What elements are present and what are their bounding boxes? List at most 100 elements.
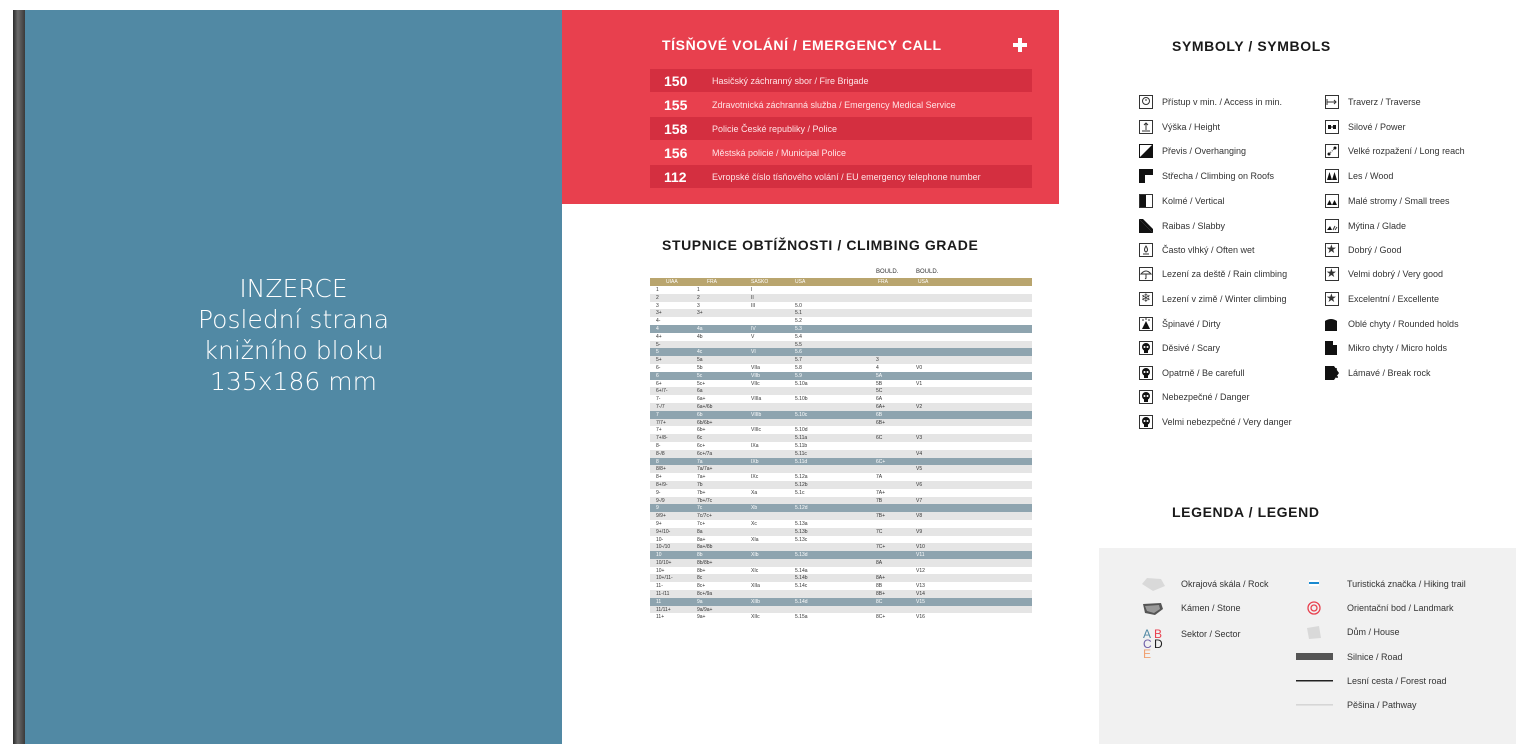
- grade-cell: 10+/11-: [656, 575, 673, 582]
- emergency-number: 156: [664, 144, 688, 161]
- grade-cell: 5.11d: [795, 458, 808, 465]
- grade-cell: 7-: [656, 396, 661, 403]
- grade-row: 8+ 7a+ IXc 5.12a 7A: [650, 473, 1032, 481]
- grade-row: 8/8+ 7a/7a+ V5: [650, 465, 1032, 474]
- symbol-item: Raibas / Slabby: [1139, 218, 1225, 234]
- grade-cell: 4c: [697, 349, 703, 356]
- symbol-label: Les / Wood: [1348, 171, 1394, 181]
- umbrella-icon: [1139, 267, 1153, 281]
- legend-label: Sektor / Sector: [1181, 629, 1241, 639]
- grade-cell: 8c+/9a: [697, 591, 713, 598]
- grade-cell: 5.11b: [795, 442, 808, 449]
- rock-shape-icon: [1142, 578, 1165, 591]
- sector-letters-icon: A B C D E: [1143, 627, 1167, 669]
- overhanging-icon: [1139, 144, 1153, 158]
- grade-cell: 8-: [656, 442, 661, 449]
- grade-cell: 5b: [697, 364, 703, 371]
- grade-row: 5+ 5a 5.7 3: [650, 356, 1032, 364]
- grade-cell: 3+: [656, 310, 662, 317]
- grade-cell: 2: [656, 294, 659, 301]
- grade-cell: 5.13c: [795, 536, 808, 543]
- grade-cell: 10/10+: [656, 559, 672, 566]
- grade-cell: V4: [916, 450, 923, 457]
- grade-cell: 6a+: [697, 396, 706, 403]
- grade-cell: 6b/6b+: [697, 419, 713, 426]
- grade-cell: 3+: [697, 310, 703, 317]
- symbol-label: Výška / Height: [1162, 122, 1221, 132]
- micro-holds-icon: [1325, 341, 1339, 355]
- grade-cell: VIIb: [751, 372, 760, 379]
- grade-cell: 5A: [876, 372, 883, 379]
- grade-cell: 5C: [876, 388, 883, 395]
- symbol-item: ★ Dobrý / Good: [1325, 242, 1402, 258]
- symbol-label: Traverz / Traverse: [1348, 97, 1421, 107]
- grade-table-header: UIAA FRA SASKO USA FRA USA: [650, 278, 1032, 286]
- grade-cell: 8C+: [876, 614, 886, 621]
- grade-cell: Xa: [751, 489, 758, 496]
- grade-cell: V6: [916, 481, 923, 488]
- symbol-item: ❄ Lezení v zimě / Winter climbing: [1139, 291, 1287, 307]
- grade-title: STUPNICE OBTÍŽNOSTI / CLIMBING GRADE: [662, 237, 979, 253]
- symbol-item: Mýtina / Glade: [1325, 218, 1406, 234]
- grade-cell: 5.12d: [795, 505, 808, 512]
- grade-cell: 7a+: [697, 474, 706, 481]
- grade-cell: 5.10b: [795, 396, 808, 403]
- legend-item: Okrajová skála / Rock: [1139, 576, 1269, 592]
- grade-cell: 6c+: [697, 442, 706, 449]
- grade-row: 5 4c VI 5.6: [650, 348, 1032, 357]
- symbol-label: Oblé chyty / Rounded holds: [1348, 319, 1459, 329]
- grade-cell: 7A+: [876, 489, 886, 496]
- legend-panel: Okrajová skála / Rock Kámen / Stone A B …: [1099, 548, 1516, 744]
- grade-cell: 8B: [876, 583, 883, 590]
- grade-cell: 5.13b: [795, 528, 808, 535]
- grade-cell: 1: [656, 287, 659, 293]
- symbol-item: Silové / Power: [1325, 119, 1406, 135]
- symbol-item: Mikro chyty / Micro holds: [1325, 340, 1447, 356]
- grade-row: 7- 6a+ VIIIa 5.10b 6A: [650, 395, 1032, 403]
- grade-row: 8-/8 6c+/7a 5.11c V4: [650, 449, 1032, 458]
- grade-cell: 5.10d: [795, 427, 808, 434]
- grade-row: 10- 8a+ XIa 5.13c: [650, 536, 1032, 544]
- symbol-label: Často vlhký / Often wet: [1162, 245, 1255, 255]
- grade-cell: 5.11c: [795, 450, 807, 457]
- grade-row: 6+ 5c+ VIIc 5.10a 5B V1: [650, 380, 1032, 388]
- grade-cell: 7C: [876, 528, 883, 535]
- grade-row: 5- 5.5: [650, 340, 1032, 349]
- legend-label: Lesní cesta / Forest road: [1347, 676, 1447, 686]
- emergency-row: 150 Hasičský záchranný sbor / Fire Brigad…: [650, 69, 1032, 92]
- grade-cell: 7b+: [697, 489, 706, 496]
- grade-cell: 5.5: [795, 341, 802, 348]
- grade-cell: XIc: [751, 567, 759, 574]
- grade-cell: 11+: [656, 614, 665, 621]
- symbol-label: Opatrně / Be carefull: [1162, 368, 1245, 378]
- grade-cell: 5.14d: [795, 598, 808, 605]
- grade-cell: 7/7+: [656, 419, 666, 426]
- grade-cell: 8a+: [697, 536, 706, 543]
- grade-row: 11- 8c+ XIIa 5.14c 8B V13: [650, 582, 1032, 590]
- grade-cell: 8-/8: [656, 450, 665, 457]
- grade-cell: 10-/10: [656, 544, 671, 551]
- grade-cell: 7+: [656, 427, 662, 434]
- grade-cell: V10: [916, 544, 925, 551]
- grade-cell: VIIIb: [751, 411, 762, 418]
- symbol-item: Les / Wood: [1325, 168, 1393, 184]
- symbol-label: Kolmé / Vertical: [1162, 196, 1225, 206]
- grade-row: 1 1 I: [650, 286, 1032, 294]
- grade-cell: 5a: [697, 357, 703, 364]
- grade-row: 9/9+ 7c/7c+ 7B+ V8: [650, 512, 1032, 520]
- symbols-page: SYMBOLY / SYMBOLS Přístup v min. / Acces…: [1099, 10, 1516, 744]
- grade-cell: 11: [656, 598, 662, 605]
- pathway-icon: [1296, 704, 1333, 706]
- grade-cell: 6b: [697, 411, 703, 418]
- grade-cell: 5.10a: [795, 380, 808, 387]
- grade-cell: 7a: [697, 458, 703, 465]
- dirty-icon: [1139, 317, 1153, 331]
- grade-cell: 6A+: [876, 403, 886, 410]
- grade-cell: VI: [751, 349, 756, 356]
- symbol-item: Velmi nebezpečné / Very danger: [1139, 414, 1292, 430]
- grade-row: 10-/10 8a+/8b 7C+ V10: [650, 543, 1032, 552]
- grade-cell: V9: [916, 528, 923, 535]
- grade-cell: I: [751, 287, 753, 293]
- grade-cell: 6+/7-: [656, 388, 668, 395]
- grade-cell: VIIIc: [751, 427, 762, 434]
